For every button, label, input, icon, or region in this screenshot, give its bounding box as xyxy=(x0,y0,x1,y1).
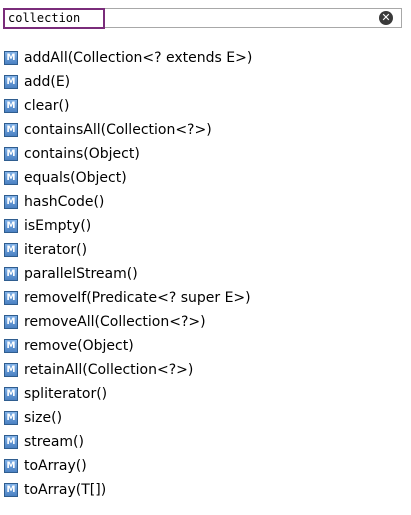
method-icon: M xyxy=(4,219,18,233)
list-item[interactable]: M addAll(Collection<? extends E>) xyxy=(4,46,252,70)
method-icon: M xyxy=(4,339,18,353)
method-icon: M xyxy=(4,483,18,497)
list-item[interactable]: M removeIf(Predicate<? super E>) xyxy=(4,286,252,310)
method-label: removeIf(Predicate<? super E>) xyxy=(24,290,251,306)
method-icon: M xyxy=(4,291,18,305)
method-icon: M xyxy=(4,147,18,161)
method-icon: M xyxy=(4,459,18,473)
list-item[interactable]: M stream() xyxy=(4,430,252,454)
list-item[interactable]: M equals(Object) xyxy=(4,166,252,190)
method-icon: M xyxy=(4,123,18,137)
method-icon: M xyxy=(4,195,18,209)
method-label: retainAll(Collection<?>) xyxy=(24,362,194,378)
method-icon: M xyxy=(4,411,18,425)
list-item[interactable]: M removeAll(Collection<?>) xyxy=(4,310,252,334)
list-item[interactable]: M toArray() xyxy=(4,454,252,478)
method-label: toArray(T[]) xyxy=(24,482,107,498)
list-item[interactable]: M hashCode() xyxy=(4,190,252,214)
list-item[interactable]: M spliterator() xyxy=(4,382,252,406)
method-label: size() xyxy=(24,410,63,426)
method-label: toArray() xyxy=(24,458,87,474)
method-icon: M xyxy=(4,243,18,257)
method-icon: M xyxy=(4,267,18,281)
method-label: removeAll(Collection<?>) xyxy=(24,314,206,330)
method-icon: M xyxy=(4,435,18,449)
list-item[interactable]: M parallelStream() xyxy=(4,262,252,286)
list-item[interactable]: M toArray(T[]) xyxy=(4,478,252,502)
method-icon: M xyxy=(4,99,18,113)
clear-icon[interactable]: ✕ xyxy=(379,11,393,25)
list-item[interactable]: M iterator() xyxy=(4,238,252,262)
method-label: containsAll(Collection<?>) xyxy=(24,122,212,138)
list-item[interactable]: M containsAll(Collection<?>) xyxy=(4,118,252,142)
method-label: contains(Object) xyxy=(24,146,140,162)
method-label: add(E) xyxy=(24,74,71,90)
method-picker-panel: collection ✕ M addAll(Collection<? exten… xyxy=(0,0,411,515)
list-item[interactable]: M retainAll(Collection<?>) xyxy=(4,358,252,382)
method-list: M addAll(Collection<? extends E>) M add(… xyxy=(4,46,252,502)
list-item[interactable]: M remove(Object) xyxy=(4,334,252,358)
method-icon: M xyxy=(4,363,18,377)
list-item[interactable]: M size() xyxy=(4,406,252,430)
list-item[interactable]: M isEmpty() xyxy=(4,214,252,238)
method-icon: M xyxy=(4,75,18,89)
method-label: iterator() xyxy=(24,242,88,258)
list-item[interactable]: M add(E) xyxy=(4,70,252,94)
method-label: hashCode() xyxy=(24,194,105,210)
method-icon: M xyxy=(4,315,18,329)
method-label: remove(Object) xyxy=(24,338,134,354)
method-label: isEmpty() xyxy=(24,218,92,234)
list-item[interactable]: M contains(Object) xyxy=(4,142,252,166)
search-input[interactable]: collection xyxy=(3,8,105,29)
list-item[interactable]: M clear() xyxy=(4,94,252,118)
method-label: addAll(Collection<? extends E>) xyxy=(24,50,253,66)
method-label: parallelStream() xyxy=(24,266,138,282)
method-label: equals(Object) xyxy=(24,170,127,186)
method-icon: M xyxy=(4,387,18,401)
method-icon: M xyxy=(4,51,18,65)
method-icon: M xyxy=(4,171,18,185)
search-row: collection ✕ xyxy=(3,8,402,29)
method-label: spliterator() xyxy=(24,386,108,402)
method-label: clear() xyxy=(24,98,70,114)
method-label: stream() xyxy=(24,434,84,450)
